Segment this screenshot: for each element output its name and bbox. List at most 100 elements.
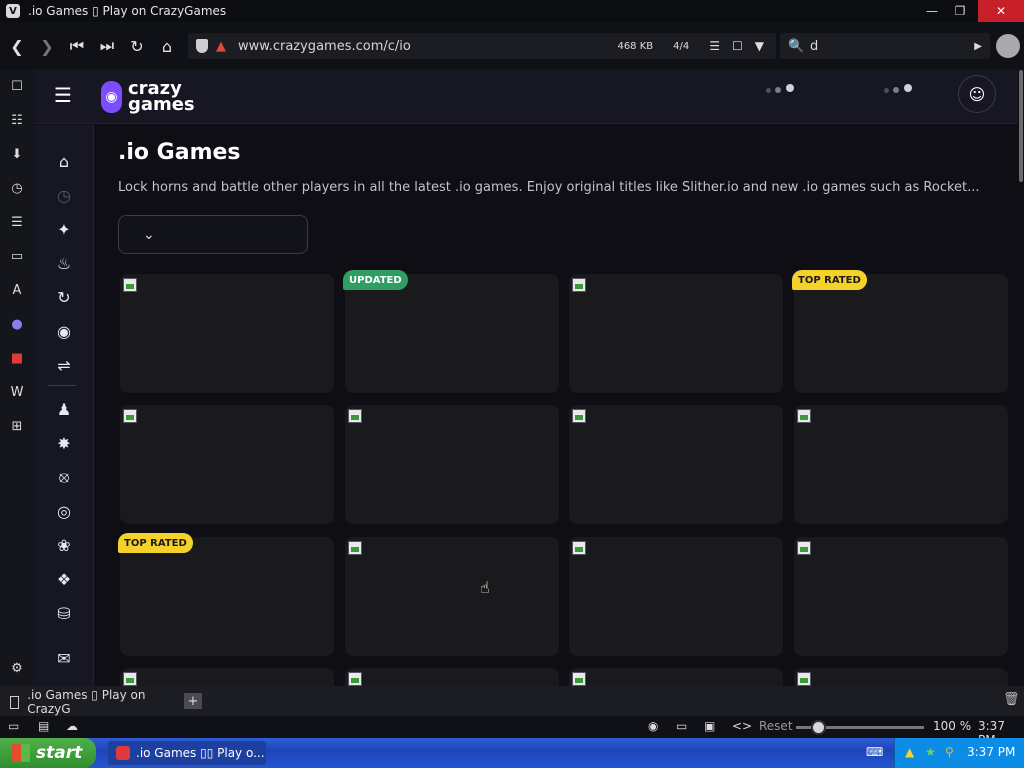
zoom-slider-handle[interactable]	[811, 720, 827, 735]
profile-avatar[interactable]	[996, 34, 1020, 58]
car-icon[interactable]: ⛁	[53, 602, 75, 624]
multiplayer-icon[interactable]: ♟	[53, 398, 75, 420]
security-shield-icon[interactable]: ▲	[905, 745, 914, 759]
fast-forward-button[interactable]: ⏭	[92, 31, 122, 61]
downloads-icon[interactable]: ⬇	[7, 144, 27, 164]
history-icon[interactable]: ◷	[7, 178, 27, 198]
game-card[interactable]: TOP RATED	[792, 270, 1008, 393]
search-icon: 🔍	[788, 38, 805, 54]
web-page: ☰ ◉ crazy games ☺ ⌂ ◷ ✦ ♨ ↻ ◉ ⇌ ♟ ✸ ⦻ ◎ …	[34, 70, 1018, 686]
game-card[interactable]	[569, 537, 783, 656]
chevron-down-icon[interactable]: ▼	[755, 39, 764, 53]
page-actions-icon[interactable]: <>	[732, 719, 752, 733]
mail-icon[interactable]: ✉	[53, 647, 75, 669]
add-panel-icon[interactable]: ⊞	[7, 416, 27, 436]
settings-gear-icon[interactable]: ⚙	[7, 658, 27, 678]
trending-flame-icon[interactable]: ♨	[53, 252, 75, 274]
forward-button[interactable]: ❯	[32, 31, 62, 61]
game-card[interactable]	[569, 405, 783, 524]
reader-view-icon[interactable]: ☰	[709, 39, 720, 53]
taskbar-clock: 3:37 PM	[967, 745, 1016, 759]
broken-image-icon	[572, 672, 586, 686]
url-text[interactable]: www.crazygames.com/c/io	[238, 39, 617, 54]
game-card[interactable]	[120, 668, 334, 686]
network-icon[interactable]: ★	[925, 745, 936, 759]
mastodon-icon[interactable]: ●	[7, 314, 27, 334]
scrollbar-thumb[interactable]	[1019, 70, 1023, 182]
originals-icon[interactable]: ◉	[53, 320, 75, 342]
bike-icon[interactable]: ❖	[53, 568, 75, 590]
game-card[interactable]	[569, 274, 783, 393]
tab[interactable]: .io Games ▯ Play on CrazyG	[0, 688, 176, 716]
adventure-compass-icon[interactable]: ⦻	[53, 466, 75, 488]
vivaldi-icon	[116, 746, 130, 760]
panel-toggle-icon[interactable]: ▭	[8, 719, 19, 733]
game-card[interactable]	[120, 405, 334, 524]
broken-image-icon	[797, 672, 811, 686]
notes-icon[interactable]: ☰	[7, 212, 27, 232]
game-card[interactable]	[794, 405, 1008, 524]
loading-dots-icon	[766, 84, 796, 96]
minimize-button[interactable]: —	[918, 0, 946, 22]
basketball-icon[interactable]: ◎	[53, 500, 75, 522]
page-description: Lock horns and battle other players in a…	[118, 180, 980, 195]
start-button[interactable]: start	[0, 738, 96, 768]
taskbar-window-button[interactable]: .io Games ▯▯ Play o...	[108, 741, 266, 765]
game-card[interactable]: UPDATED	[343, 270, 559, 393]
reload-button[interactable]: ↻	[122, 31, 152, 61]
zoom-reset-button[interactable]: Reset	[759, 719, 793, 733]
vivaldi-logo-icon: V	[6, 4, 20, 18]
maximize-button[interactable]: ❐	[946, 0, 974, 22]
wikipedia-icon[interactable]: W	[7, 382, 27, 402]
bookmark-icon[interactable]: ☐	[732, 39, 743, 53]
search-tray-icon[interactable]: ⚲	[945, 745, 954, 759]
action-icon[interactable]: ✸	[53, 432, 75, 454]
search-field[interactable]: 🔍 d ▶	[780, 33, 990, 59]
rewind-button[interactable]: ⏮	[62, 31, 92, 61]
game-card[interactable]	[794, 537, 1008, 656]
tab-count-label: 4/4	[673, 40, 690, 52]
keyboard-icon[interactable]: ⌨	[866, 745, 883, 759]
broken-image-icon	[348, 541, 362, 555]
mouse-cursor-icon: ☝	[480, 578, 490, 597]
crazygames-logo[interactable]: ◉ crazy games	[101, 75, 211, 119]
menu-toggle-icon[interactable]: ☰	[54, 83, 78, 107]
search-input-value[interactable]: d	[810, 39, 818, 54]
warning-icon[interactable]: ▲	[216, 39, 226, 54]
shield-icon[interactable]	[196, 39, 208, 53]
vivaldi-icon[interactable]: ■	[7, 348, 27, 368]
back-button[interactable]: ❮	[2, 31, 32, 61]
updated-icon[interactable]: ↻	[53, 286, 75, 308]
home-button[interactable]: ⌂	[152, 31, 182, 61]
game-card[interactable]	[794, 668, 1008, 686]
search-go-icon[interactable]: ▶	[974, 41, 982, 52]
home-icon[interactable]: ⌂	[53, 150, 75, 172]
sort-dropdown[interactable]: ⌄	[118, 215, 308, 254]
game-card[interactable]	[345, 405, 559, 524]
game-card[interactable]	[345, 537, 559, 656]
game-card[interactable]	[120, 274, 334, 393]
user-account-button[interactable]: ☺	[958, 75, 996, 113]
reading-list-icon[interactable]: ☷	[7, 110, 27, 130]
cloud-sync-icon[interactable]: ☁	[66, 719, 78, 733]
random-shuffle-icon[interactable]: ⇌	[53, 354, 75, 376]
recent-icon[interactable]: ◷	[53, 184, 75, 206]
game-card[interactable]: TOP RATED	[118, 533, 334, 656]
game-card[interactable]	[569, 668, 783, 686]
window-panel-icon[interactable]: ▭	[7, 246, 27, 266]
address-bar[interactable]: ▲ www.crazygames.com/c/io 468 KB 4/4 ☰ ☐…	[188, 33, 776, 59]
images-icon[interactable]: ▣	[704, 719, 715, 733]
game-card[interactable]	[345, 668, 559, 686]
close-button[interactable]: ✕	[978, 0, 1024, 22]
casual-icon[interactable]: ❀	[53, 534, 75, 556]
page-scrollbar[interactable]	[1018, 70, 1024, 686]
page-size-label: 468 KB	[617, 40, 654, 52]
capture-camera-icon[interactable]: ◉	[648, 719, 658, 733]
tiling-icon[interactable]: ▭	[676, 719, 687, 733]
new-tab-button[interactable]: +	[184, 693, 202, 709]
bookmarks-panel-icon[interactable]: ☐	[7, 76, 27, 96]
tab-tiling-icon[interactable]: ▤	[38, 719, 49, 733]
translate-icon[interactable]: A	[7, 280, 27, 300]
trash-icon[interactable]: 🗑	[1003, 692, 1020, 707]
new-sparkle-icon[interactable]: ✦	[53, 218, 75, 240]
